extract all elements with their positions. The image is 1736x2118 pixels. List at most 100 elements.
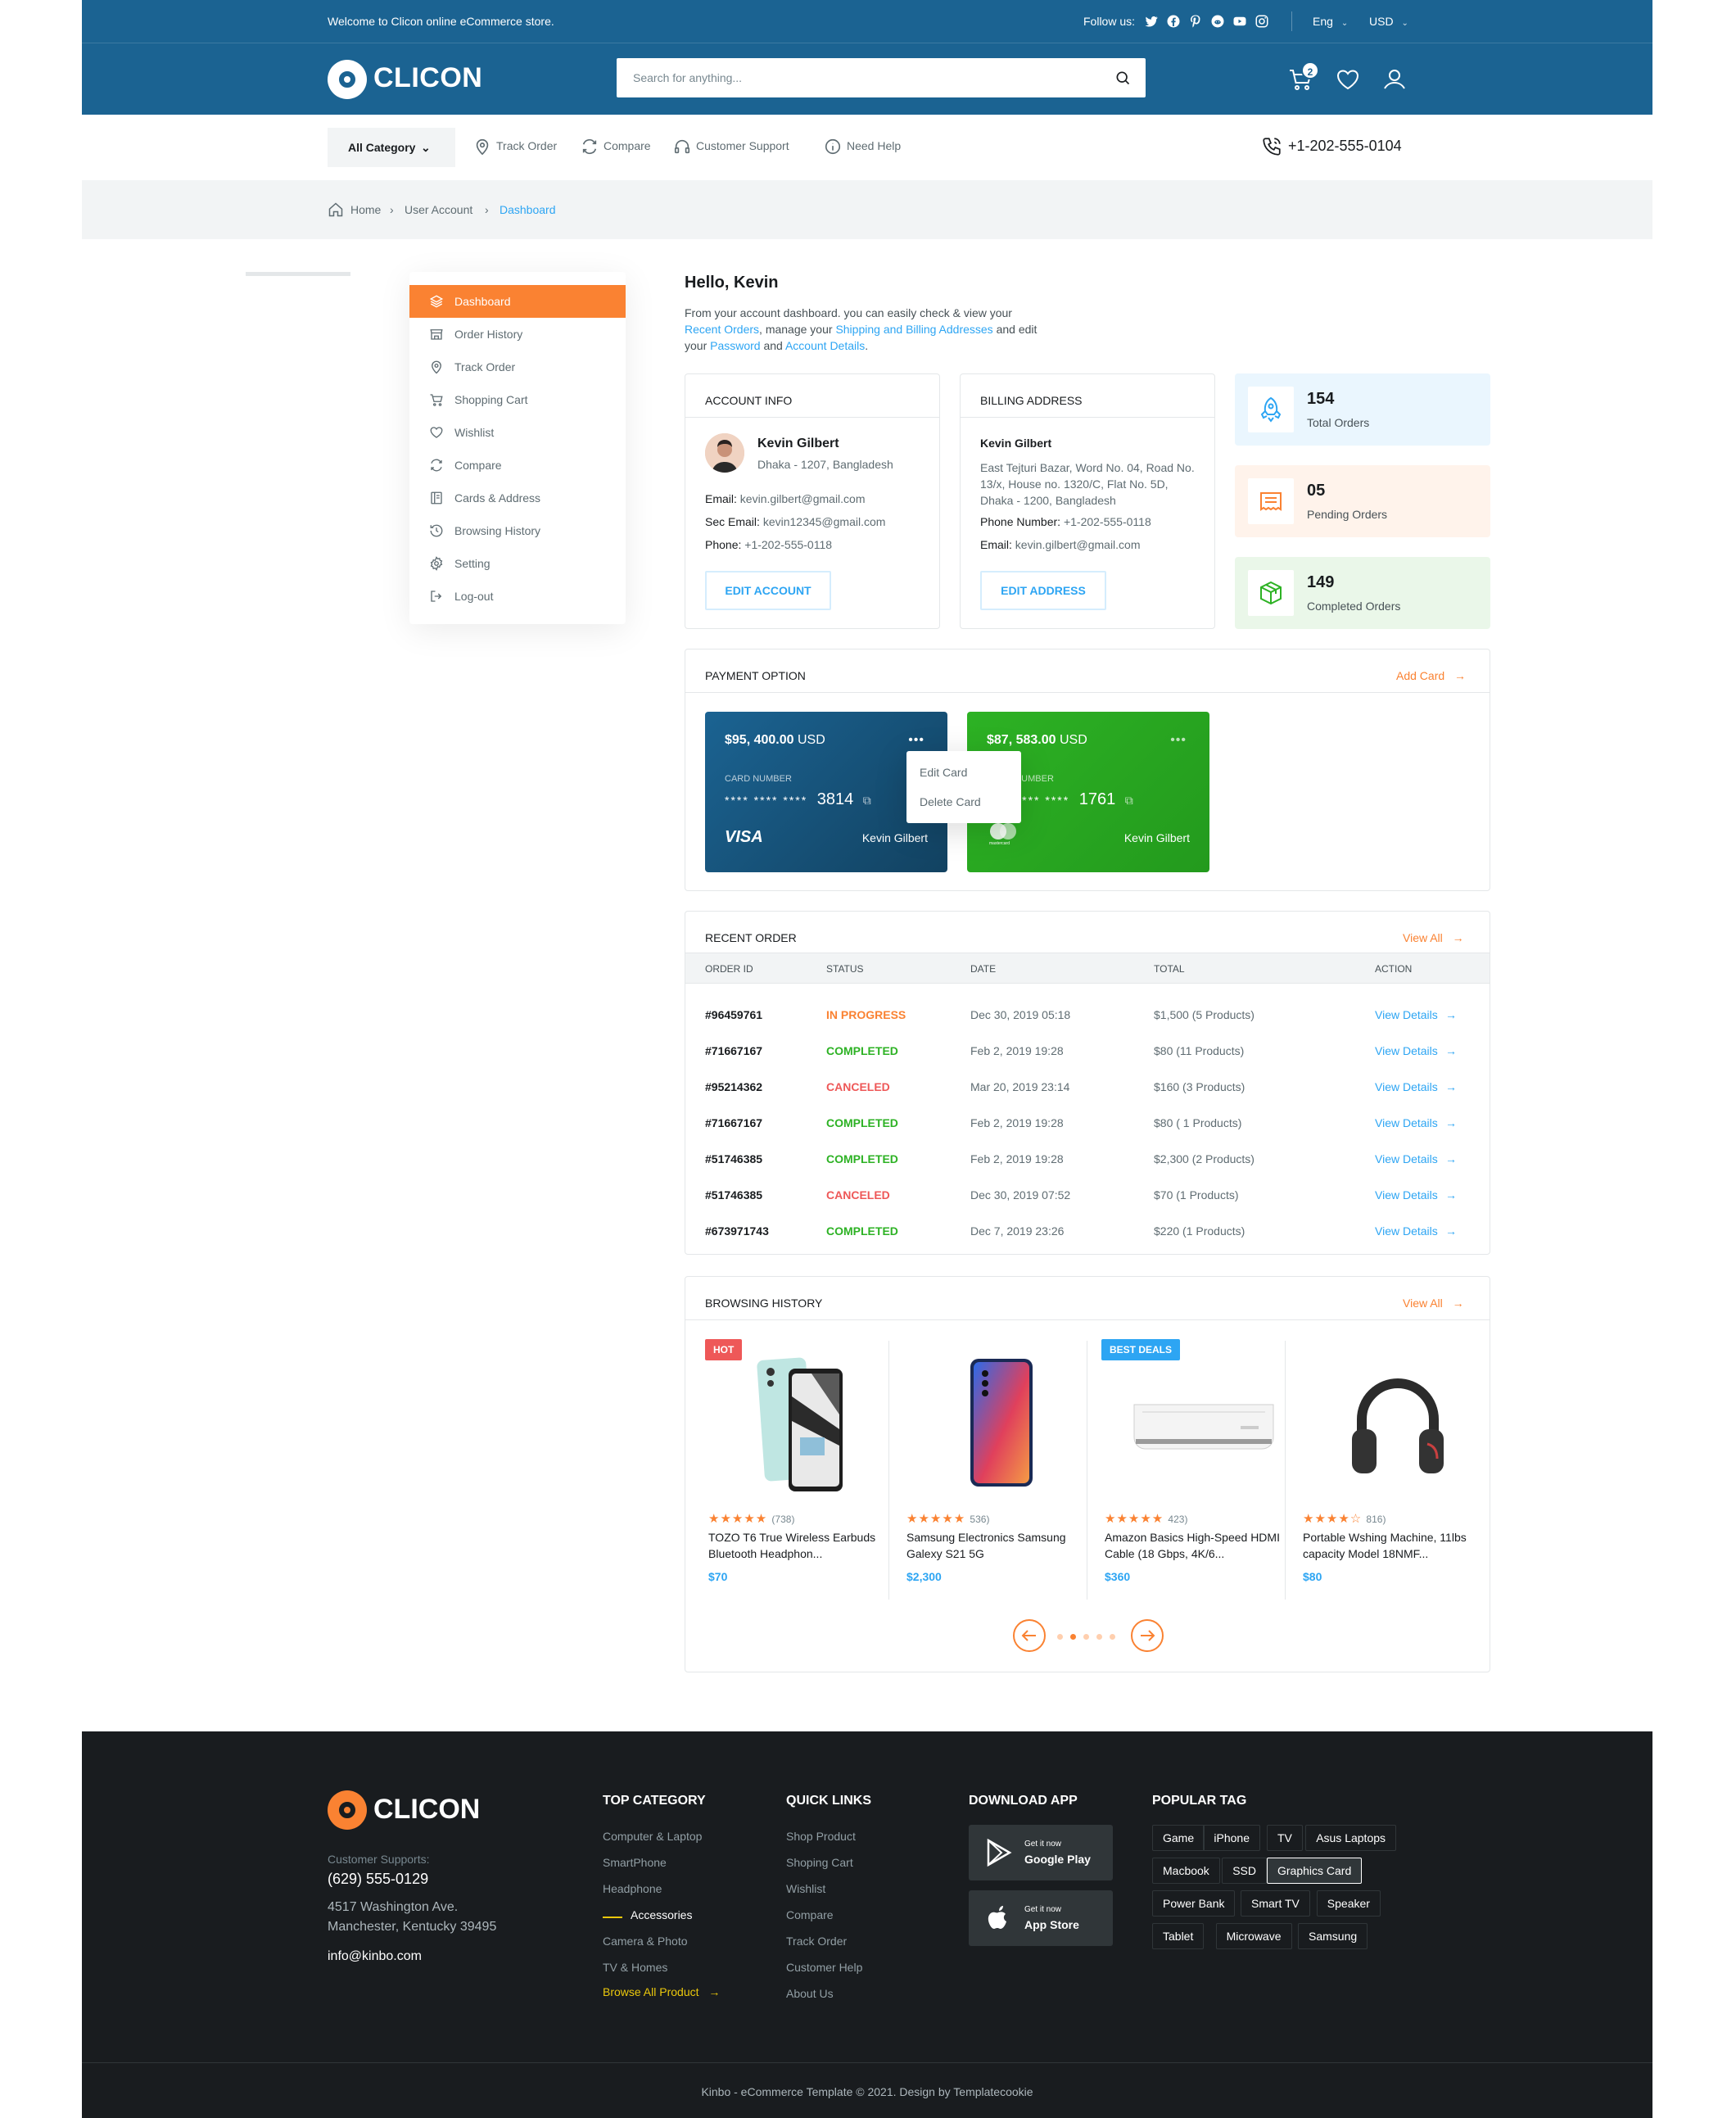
logo-text[interactable]: CLICON <box>373 62 482 94</box>
sidebar-item-track-order[interactable]: Track Order <box>409 351 626 383</box>
pagination-dot[interactable] <box>1096 1634 1102 1640</box>
more-options-icon[interactable]: ••• <box>1170 733 1187 748</box>
view-all-orders-link[interactable]: View All → <box>1403 931 1464 944</box>
sidebar-item-compare[interactable]: Compare <box>409 449 626 482</box>
product-card[interactable]: HOT ★★★★★ (738) TOZO T6 True Wireless Ea… <box>705 1339 903 1595</box>
heart-icon[interactable] <box>1335 66 1361 93</box>
tag-item[interactable]: TV <box>1267 1825 1303 1851</box>
view-details-link[interactable]: View Details <box>1375 1188 1438 1202</box>
currency-select[interactable]: USD ⌄ <box>1369 15 1408 28</box>
user-icon[interactable] <box>1381 66 1408 93</box>
search-icon[interactable] <box>1114 70 1131 86</box>
pagination-dot[interactable] <box>1083 1634 1089 1640</box>
browse-all-product-link[interactable]: Browse All Product → <box>603 1985 720 1998</box>
footer-category-link[interactable]: SmartPhone <box>603 1856 667 1869</box>
sidebar-item-shopping-cart[interactable]: Shopping Cart <box>409 383 626 416</box>
view-details-link[interactable]: View Details <box>1375 1152 1438 1165</box>
pagination-dot[interactable] <box>1070 1634 1076 1640</box>
product-name[interactable]: Amazon Basics High-Speed HDMI Cable (18 … <box>1105 1529 1286 1562</box>
product-name[interactable]: Portable Wshing Machine, 11lbs capacity … <box>1303 1529 1485 1562</box>
sidebar-item-setting[interactable]: Setting <box>409 547 626 580</box>
product-card[interactable]: ★★★★☆ 816) Portable Wshing Machine, 11lb… <box>1300 1339 1498 1595</box>
footer-quick-link[interactable]: Customer Help <box>786 1961 862 1974</box>
footer-quick-link[interactable]: Compare <box>786 1908 834 1921</box>
sidebar-item-cards-address[interactable]: Cards & Address <box>409 482 626 514</box>
carousel-prev-button[interactable] <box>1013 1619 1046 1652</box>
edit-account-button[interactable]: EDIT ACCOUNT <box>705 571 831 610</box>
product-card[interactable]: ★★★★★ 536) Samsung Electronics Samsung G… <box>903 1339 1101 1595</box>
password-link[interactable]: Password <box>710 339 760 352</box>
add-card-link[interactable]: Add Card → <box>1396 669 1466 682</box>
footer-category-link[interactable]: Computer & Laptop <box>603 1830 702 1843</box>
pagination-dot[interactable] <box>1057 1634 1063 1640</box>
footer-quick-link[interactable]: Track Order <box>786 1935 847 1948</box>
footer-quick-link[interactable]: Shop Product <box>786 1830 856 1843</box>
tag-item[interactable]: iPhone <box>1203 1825 1260 1851</box>
view-details-link[interactable]: View Details <box>1375 1080 1438 1093</box>
carousel-next-button[interactable] <box>1131 1619 1164 1652</box>
nav-need-help[interactable]: Need Help <box>847 139 901 152</box>
sidebar-item-logout[interactable]: Log-out <box>409 580 626 613</box>
product-card[interactable]: BEST DEALS ★★★★★ 423) Amazon Basics High… <box>1101 1339 1300 1595</box>
twitter-icon[interactable] <box>1144 14 1159 29</box>
sidebar-item-dashboard[interactable]: Dashboard <box>409 285 626 318</box>
instagram-icon[interactable] <box>1255 14 1269 29</box>
tag-item[interactable]: SSD <box>1222 1858 1267 1884</box>
nav-track-order[interactable]: Track Order <box>496 139 557 152</box>
nav-customer-support[interactable]: Customer Support <box>696 139 789 152</box>
home-icon[interactable] <box>328 201 344 218</box>
youtube-icon[interactable] <box>1232 14 1247 29</box>
language-select[interactable]: Eng ⌄ <box>1313 15 1348 28</box>
product-name[interactable]: TOZO T6 True Wireless Earbuds Bluetooth … <box>708 1529 890 1562</box>
product-name[interactable]: Samsung Electronics Samsung Galexy S21 5… <box>906 1529 1088 1562</box>
account-details-link[interactable]: Account Details <box>785 339 865 352</box>
view-details-link[interactable]: View Details <box>1375 1116 1438 1129</box>
footer-phone[interactable]: (629) 555-0129 <box>328 1871 428 1888</box>
app-store-button[interactable]: Get it now App Store <box>969 1890 1113 1946</box>
pinterest-icon[interactable] <box>1188 14 1203 29</box>
copy-icon[interactable]: ⧉ <box>863 794 871 807</box>
reddit-icon[interactable] <box>1210 14 1225 29</box>
pagination-dot[interactable] <box>1110 1634 1115 1640</box>
logo-icon[interactable] <box>328 1790 367 1830</box>
sidebar-item-browsing-history[interactable]: Browsing History <box>409 514 626 547</box>
tag-item[interactable]: Speaker <box>1316 1890 1381 1917</box>
google-play-button[interactable]: Get it now Google Play <box>969 1825 1113 1880</box>
footer-category-link[interactable]: TV & Homes <box>603 1961 667 1974</box>
tag-item[interactable]: Macbook <box>1152 1858 1220 1884</box>
search-input[interactable] <box>617 58 1108 97</box>
tag-item[interactable]: Graphics Card <box>1267 1858 1363 1884</box>
facebook-icon[interactable] <box>1166 14 1181 29</box>
recent-orders-link[interactable]: Recent Orders <box>685 323 759 336</box>
footer-quick-link[interactable]: Shoping Cart <box>786 1856 853 1869</box>
logo-icon[interactable] <box>328 60 367 99</box>
sidebar-item-wishlist[interactable]: Wishlist <box>409 416 626 449</box>
tag-item[interactable]: Tablet <box>1152 1923 1205 1949</box>
breadcrumb-user-account[interactable]: User Account <box>405 203 472 216</box>
copy-icon[interactable]: ⧉ <box>1125 794 1133 807</box>
footer-quick-link[interactable]: Wishlist <box>786 1882 825 1895</box>
edit-address-button[interactable]: EDIT ADDRESS <box>980 571 1106 610</box>
tag-item[interactable]: Microwave <box>1215 1923 1292 1949</box>
more-options-icon[interactable]: ••• <box>908 733 925 748</box>
tag-item[interactable]: Game <box>1152 1825 1205 1851</box>
view-details-link[interactable]: View Details <box>1375 1008 1438 1021</box>
delete-card-option[interactable]: Delete Card <box>920 795 981 808</box>
view-details-link[interactable]: View Details <box>1375 1224 1438 1238</box>
addresses-link[interactable]: Shipping and Billing Addresses <box>835 323 992 336</box>
tag-item[interactable]: Smart TV <box>1241 1890 1310 1917</box>
breadcrumb-home[interactable]: Home <box>350 203 381 216</box>
view-details-link[interactable]: View Details <box>1375 1044 1438 1057</box>
footer-category-link[interactable]: Camera & Photo <box>603 1935 688 1948</box>
tag-item[interactable]: Asus Laptops <box>1305 1825 1397 1851</box>
footer-quick-link[interactable]: About Us <box>786 1987 834 2000</box>
view-all-history-link[interactable]: View All → <box>1403 1297 1464 1310</box>
nav-compare[interactable]: Compare <box>604 139 651 152</box>
support-phone[interactable]: +1-202-555-0104 <box>1288 138 1402 155</box>
footer-category-link[interactable]: Accessories <box>631 1908 692 1921</box>
footer-category-link[interactable]: Headphone <box>603 1882 662 1895</box>
all-category-dropdown[interactable]: All Category ⌄ <box>328 128 455 167</box>
sidebar-item-order-history[interactable]: Order History <box>409 318 626 351</box>
footer-logo-text[interactable]: CLICON <box>373 1794 480 1826</box>
tag-item[interactable]: Power Bank <box>1152 1890 1236 1917</box>
